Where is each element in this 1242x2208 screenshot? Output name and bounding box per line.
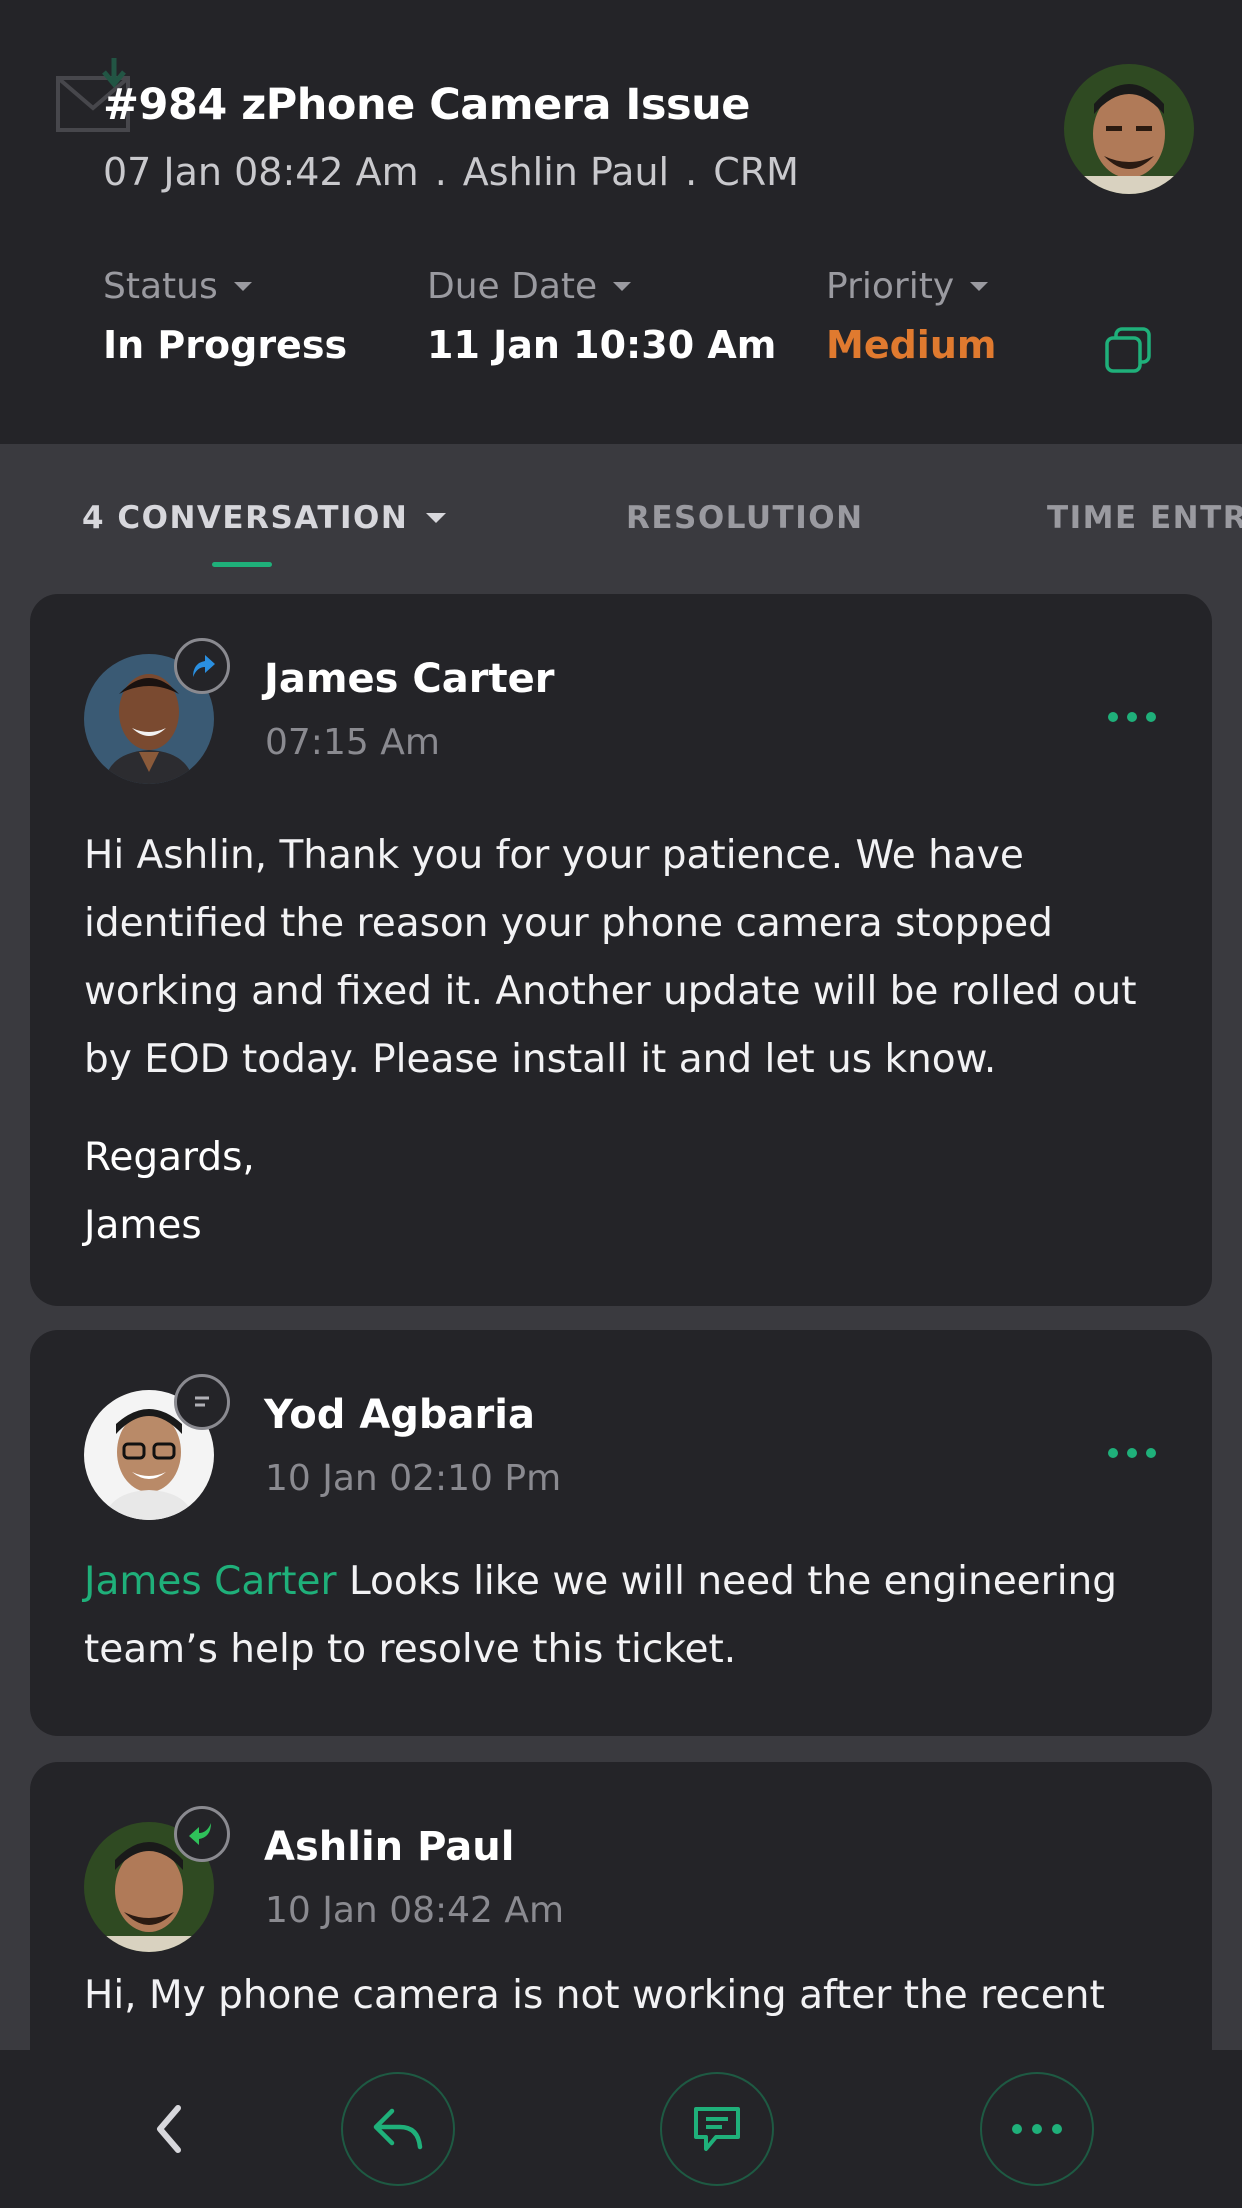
status-label-text: Status — [103, 266, 218, 307]
priority-field[interactable]: Priority Medium — [826, 266, 996, 367]
ticket-header: #984 zPhone Camera Issue 07 Jan 08:42 Am… — [0, 0, 1242, 444]
status-field[interactable]: Status In Progress — [103, 266, 347, 367]
due-date-value: 11 Jan 10:30 Am — [427, 323, 777, 367]
outgoing-reply-icon — [193, 655, 215, 677]
chevron-down-icon — [970, 282, 989, 291]
tab-bar: 4 CONVERSATION RESOLUTION TIME ENTRY — [0, 444, 1242, 590]
message-time: 07:15 Am — [265, 722, 440, 763]
owner-avatar-image — [1064, 64, 1194, 194]
message-time: 10 Jan 02:10 Pm — [265, 1458, 562, 1499]
reply-icon — [373, 2108, 423, 2150]
ticket-meta: 07 Jan 08:42 Am. Ashlin Paul. CRM — [103, 150, 799, 194]
author-name[interactable]: Yod Agbaria — [264, 1392, 535, 1438]
ticket-title: #984 zPhone Camera Issue — [103, 80, 750, 130]
bottom-action-bar — [0, 2050, 1242, 2208]
author-name[interactable]: Ashlin Paul — [264, 1824, 515, 1870]
more-icon[interactable] — [1108, 712, 1156, 722]
due-date-label: Due Date — [427, 266, 776, 307]
reply-button[interactable] — [341, 2072, 455, 2186]
message-signature: Regards, James — [84, 1124, 255, 1260]
chevron-down-icon — [233, 282, 252, 291]
back-icon[interactable] — [140, 2094, 200, 2164]
due-date-field[interactable]: Due Date 11 Jan 10:30 Am — [427, 266, 776, 367]
chevron-down-icon — [613, 282, 632, 291]
status-value: In Progress — [103, 323, 348, 367]
incoming-message-badge — [174, 1806, 230, 1862]
comment-icon — [195, 1396, 209, 1407]
signature-line: Regards, — [84, 1135, 255, 1180]
comment-button[interactable] — [660, 2072, 774, 2186]
message-body: Hi Ashlin, Thank you for your patience. … — [84, 833, 1137, 1082]
mention-link[interactable]: James Carter — [84, 1559, 337, 1604]
conversation-card[interactable]: Yod Agbaria 10 Jan 02:10 Pm James Carter… — [30, 1330, 1212, 1736]
more-icon — [1012, 2124, 1062, 2134]
chevron-down-icon — [426, 513, 447, 523]
tab-conversation[interactable]: 4 CONVERSATION — [82, 500, 447, 536]
more-actions-button[interactable] — [980, 2072, 1094, 2186]
signature-line: James — [84, 1203, 202, 1248]
outgoing-reply-badge — [174, 638, 230, 694]
comment-badge — [174, 1374, 230, 1430]
owner-avatar[interactable] — [1064, 64, 1194, 194]
status-label: Status — [103, 266, 347, 307]
priority-label: Priority — [826, 266, 996, 307]
ticket-contact[interactable]: Ashlin Paul — [463, 150, 669, 194]
more-icon[interactable] — [1108, 1448, 1156, 1458]
priority-label-text: Priority — [826, 266, 955, 307]
message-body: Hi, My phone camera is not working after… — [84, 1973, 1105, 2018]
priority-value: Medium — [826, 323, 997, 367]
incoming-message-icon — [189, 1823, 211, 1845]
comment-icon — [694, 2107, 740, 2151]
meta-separator: . — [685, 150, 698, 194]
due-date-label-text: Due Date — [427, 266, 598, 307]
active-tab-indicator — [212, 562, 272, 567]
copy-icon[interactable] — [1104, 326, 1152, 374]
ticket-department: CRM — [713, 150, 799, 194]
tab-resolution[interactable]: RESOLUTION — [626, 500, 864, 536]
tab-conversation-label: 4 CONVERSATION — [82, 500, 409, 536]
message-time: 10 Jan 08:42 Am — [265, 1890, 565, 1931]
conversation-card[interactable]: James Carter 07:15 Am Hi Ashlin, Thank y… — [30, 594, 1212, 1306]
message-body: James Carter Looks like we will need the… — [84, 1548, 1174, 1684]
meta-separator: . — [434, 150, 447, 194]
tab-time-entry[interactable]: TIME ENTRY — [1047, 500, 1242, 536]
ticket-date: 07 Jan 08:42 Am — [103, 150, 419, 194]
author-name[interactable]: James Carter — [264, 656, 554, 702]
